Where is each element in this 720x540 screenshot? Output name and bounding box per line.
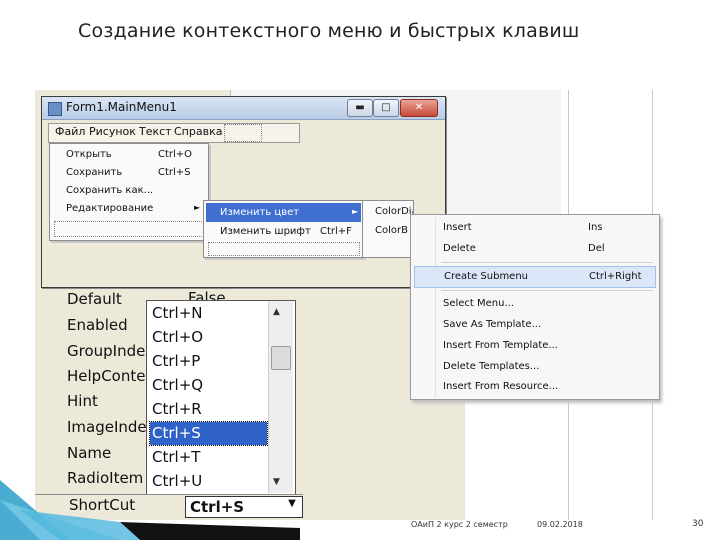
shortcut-option-selected[interactable]: Ctrl+S (149, 421, 268, 446)
shortcut-option[interactable]: Ctrl+O (150, 326, 267, 349)
shortcut-option[interactable]: Ctrl+Q (150, 374, 267, 397)
close-button[interactable]: ✕ (400, 99, 438, 117)
ctx-insert-from-template[interactable]: Insert From Template... (414, 336, 656, 356)
ctx-delete-templates[interactable]: Delete Templates... (414, 357, 656, 377)
ctx-select-menu[interactable]: Select Menu... (414, 294, 656, 314)
menu-item-save-as[interactable]: Сохранить как... (50, 182, 208, 200)
menu-new-item-slot[interactable] (224, 124, 262, 142)
shortcut-option[interactable]: Ctrl+N (150, 302, 267, 325)
minimize-button[interactable]: ▬ (347, 99, 373, 117)
menu-file[interactable]: Файл (55, 125, 85, 138)
menu-item-open[interactable]: Открыть Ctrl+O (50, 146, 208, 164)
form-title: Form1.MainMenu1 (66, 100, 177, 114)
menu-item-color-dialog[interactable]: ColorDialog (375, 206, 413, 217)
shortcut-option[interactable]: Ctrl+R (150, 398, 267, 421)
menu-text[interactable]: Текст (139, 125, 172, 138)
menu-item-color-b[interactable]: ColorB (375, 225, 408, 236)
shortcut-option[interactable]: Ctrl+P (150, 350, 267, 373)
ctx-insert[interactable]: Insert Ins (414, 218, 656, 238)
page-number: 30 (692, 519, 704, 529)
menu-bar: Файл Рисунок Текст Справка (48, 123, 300, 143)
menu-new-item-slot[interactable] (54, 221, 204, 237)
menu-item-change-color[interactable]: Изменить цвет ► (206, 203, 361, 222)
ctx-create-submenu[interactable]: Create Submenu Ctrl+Right (414, 266, 656, 288)
submenu-arrow-icon: ► (352, 207, 359, 216)
file-menu: Открыть Ctrl+O Сохранить Ctrl+S Сохранит… (49, 143, 209, 241)
menu-help[interactable]: Справка (174, 125, 222, 138)
footer-course: ОАиП 2 курс 2 семестр (411, 520, 508, 529)
maximize-button[interactable]: □ (373, 99, 399, 117)
menu-item-change-font[interactable]: Изменить шрифт Ctrl+F (206, 222, 361, 241)
ctx-insert-from-resource[interactable]: Insert From Resource... (414, 377, 656, 397)
color-submenu: ColorDialog ColorB (362, 200, 414, 258)
slide-title: Создание контекстного меню и быстрых кла… (78, 20, 580, 42)
ctx-save-as-template[interactable]: Save As Template... (414, 315, 656, 335)
menu-item-editing[interactable]: Редактирование ► (50, 200, 208, 218)
menu-picture[interactable]: Рисунок (89, 125, 136, 138)
footer-date: 09.02.2018 (537, 520, 583, 529)
form-icon (48, 102, 62, 116)
editing-submenu: Изменить цвет ► Изменить шрифт Ctrl+F (203, 200, 364, 258)
menu-item-save[interactable]: Сохранить Ctrl+S (50, 164, 208, 182)
submenu-arrow-icon: ► (194, 203, 201, 212)
context-menu: Insert Ins Delete Del Create Submenu Ctr… (410, 214, 660, 400)
footer-decoration (0, 480, 300, 540)
form-titlebar: Form1.MainMenu1 ▬ □ ✕ (42, 97, 445, 120)
scroll-thumb[interactable] (271, 346, 291, 370)
ctx-delete[interactable]: Delete Del (414, 239, 656, 259)
scroll-up-icon[interactable]: ▲ (273, 307, 280, 317)
menu-new-item-slot[interactable] (208, 242, 360, 256)
